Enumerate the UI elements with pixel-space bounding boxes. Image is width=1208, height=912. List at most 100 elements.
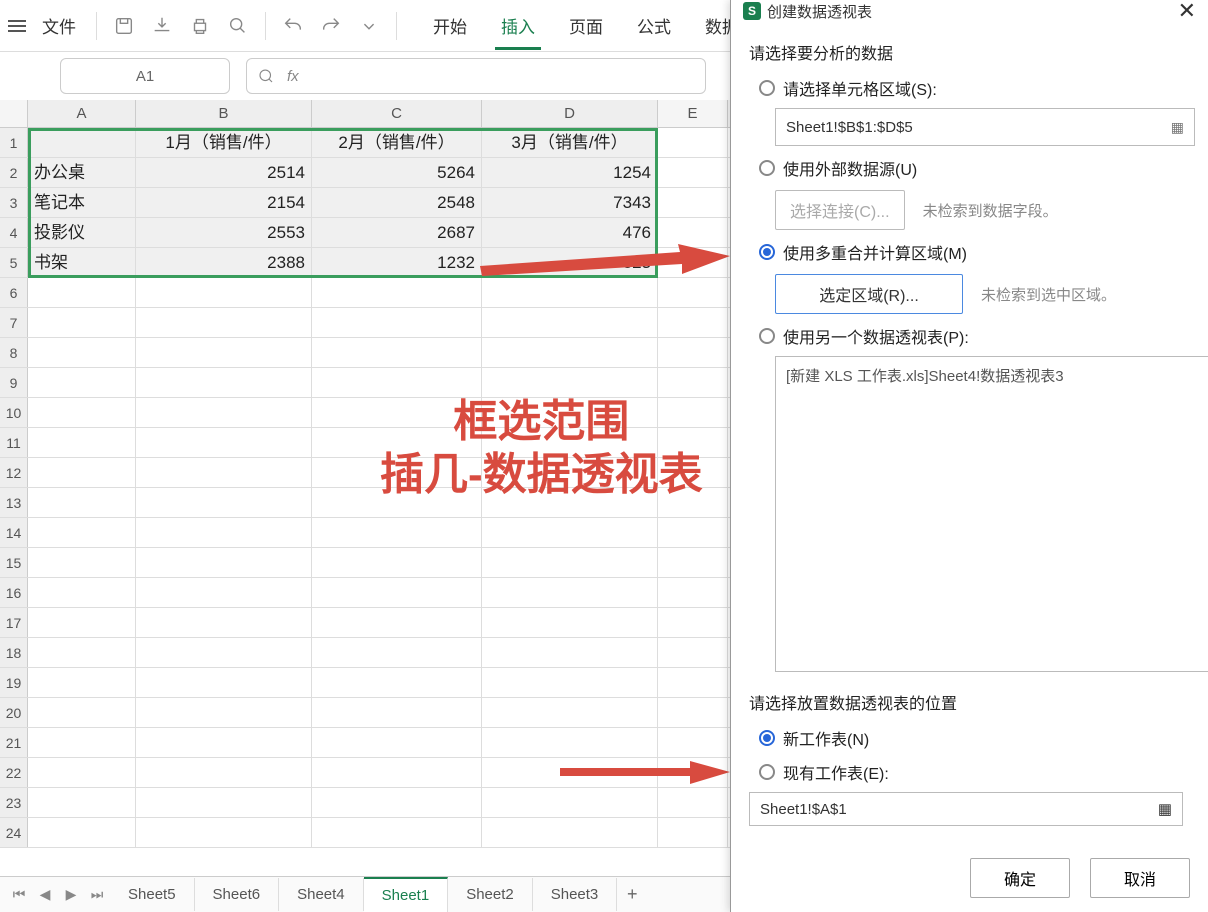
cell[interactable]: [136, 548, 312, 577]
cell[interactable]: [482, 338, 658, 367]
row-header[interactable]: 23: [0, 788, 28, 817]
cell[interactable]: [658, 128, 728, 157]
col-header-C[interactable]: C: [312, 100, 482, 127]
name-box[interactable]: A1: [60, 58, 230, 94]
nav-prev-icon[interactable]: ◀: [32, 886, 58, 903]
cell[interactable]: [28, 578, 136, 607]
cell[interactable]: [658, 698, 728, 727]
cell[interactable]: 2548: [312, 188, 482, 217]
cell[interactable]: [136, 308, 312, 337]
cell[interactable]: [28, 818, 136, 847]
add-sheet-button[interactable]: +: [617, 884, 647, 905]
cell[interactable]: [312, 818, 482, 847]
cell[interactable]: 1232: [312, 248, 482, 277]
row-header[interactable]: 16: [0, 578, 28, 607]
tab-page[interactable]: 页面: [563, 3, 609, 48]
radio-existing-sheet[interactable]: 现有工作表(E):: [759, 760, 1190, 784]
radio-another-pivot[interactable]: 使用另一个数据透视表(P):: [759, 324, 1190, 348]
col-header-D[interactable]: D: [482, 100, 658, 127]
cell[interactable]: [482, 608, 658, 637]
cell[interactable]: [482, 698, 658, 727]
choose-connection-button[interactable]: 选择连接(C)...: [775, 190, 905, 230]
cell[interactable]: [28, 428, 136, 457]
row-header[interactable]: 24: [0, 818, 28, 847]
cell[interactable]: [136, 788, 312, 817]
cell[interactable]: [28, 488, 136, 517]
col-header-B[interactable]: B: [136, 100, 312, 127]
cell[interactable]: 1月（销售/件）: [136, 128, 312, 157]
cell[interactable]: [312, 668, 482, 697]
row-header[interactable]: 9: [0, 368, 28, 397]
sheet-tab[interactable]: Sheet4: [279, 878, 364, 911]
cell[interactable]: [136, 698, 312, 727]
cell[interactable]: [28, 368, 136, 397]
cell[interactable]: 5264: [312, 158, 482, 187]
cell[interactable]: [136, 488, 312, 517]
cell[interactable]: [658, 638, 728, 667]
sheet-tab[interactable]: Sheet3: [533, 878, 618, 911]
cell[interactable]: [312, 728, 482, 757]
cell[interactable]: [312, 758, 482, 787]
cell[interactable]: [482, 668, 658, 697]
row-header[interactable]: 14: [0, 518, 28, 547]
cell[interactable]: [312, 698, 482, 727]
cell[interactable]: [28, 758, 136, 787]
cell[interactable]: 书架: [28, 248, 136, 277]
range-picker-icon[interactable]: ▦: [1171, 119, 1184, 136]
cell[interactable]: [658, 608, 728, 637]
cell[interactable]: 3月（销售/件）: [482, 128, 658, 157]
radio-external-source[interactable]: 使用外部数据源(U): [759, 156, 1190, 180]
cancel-button[interactable]: 取消: [1090, 858, 1190, 898]
cell[interactable]: [312, 548, 482, 577]
row-header[interactable]: 17: [0, 608, 28, 637]
cell[interactable]: [28, 278, 136, 307]
dropdown-icon[interactable]: [352, 9, 386, 43]
col-header-E[interactable]: E: [658, 100, 728, 127]
cell[interactable]: [312, 638, 482, 667]
tab-start[interactable]: 开始: [427, 3, 473, 48]
cell[interactable]: [312, 338, 482, 367]
cell[interactable]: [658, 308, 728, 337]
cell[interactable]: [312, 788, 482, 817]
print-icon[interactable]: [183, 9, 217, 43]
cell[interactable]: [28, 728, 136, 757]
cell[interactable]: [312, 368, 482, 397]
row-header[interactable]: 5: [0, 248, 28, 277]
undo-icon[interactable]: [276, 9, 310, 43]
cell[interactable]: [658, 188, 728, 217]
cell[interactable]: [658, 338, 728, 367]
cell[interactable]: [136, 728, 312, 757]
cell[interactable]: [658, 368, 728, 397]
row-header[interactable]: 4: [0, 218, 28, 247]
cell[interactable]: 1254: [482, 158, 658, 187]
cell[interactable]: 2553: [136, 218, 312, 247]
cell[interactable]: [312, 608, 482, 637]
cell[interactable]: 2154: [136, 188, 312, 217]
cell[interactable]: [136, 398, 312, 427]
row-header[interactable]: 7: [0, 308, 28, 337]
cell[interactable]: [28, 458, 136, 487]
sheet-tab[interactable]: Sheet5: [110, 878, 195, 911]
cell[interactable]: [136, 338, 312, 367]
cell[interactable]: [28, 308, 136, 337]
preview-icon[interactable]: [221, 9, 255, 43]
cell[interactable]: [28, 668, 136, 697]
range-picker-icon[interactable]: ▦: [1158, 800, 1172, 818]
row-header[interactable]: 21: [0, 728, 28, 757]
cell[interactable]: [312, 278, 482, 307]
cell[interactable]: [28, 788, 136, 817]
select-region-button[interactable]: 选定区域(R)...: [775, 274, 963, 314]
row-header[interactable]: 3: [0, 188, 28, 217]
tab-formula[interactable]: 公式: [631, 3, 677, 48]
row-header[interactable]: 15: [0, 548, 28, 577]
cell[interactable]: [482, 548, 658, 577]
cell[interactable]: [136, 758, 312, 787]
cell[interactable]: 7343: [482, 188, 658, 217]
sheet-tab[interactable]: Sheet1: [364, 877, 449, 912]
tab-insert[interactable]: 插入: [495, 3, 541, 48]
cell[interactable]: 笔记本: [28, 188, 136, 217]
cell[interactable]: [482, 818, 658, 847]
cell[interactable]: [136, 278, 312, 307]
cell[interactable]: [28, 338, 136, 367]
redo-icon[interactable]: [314, 9, 348, 43]
